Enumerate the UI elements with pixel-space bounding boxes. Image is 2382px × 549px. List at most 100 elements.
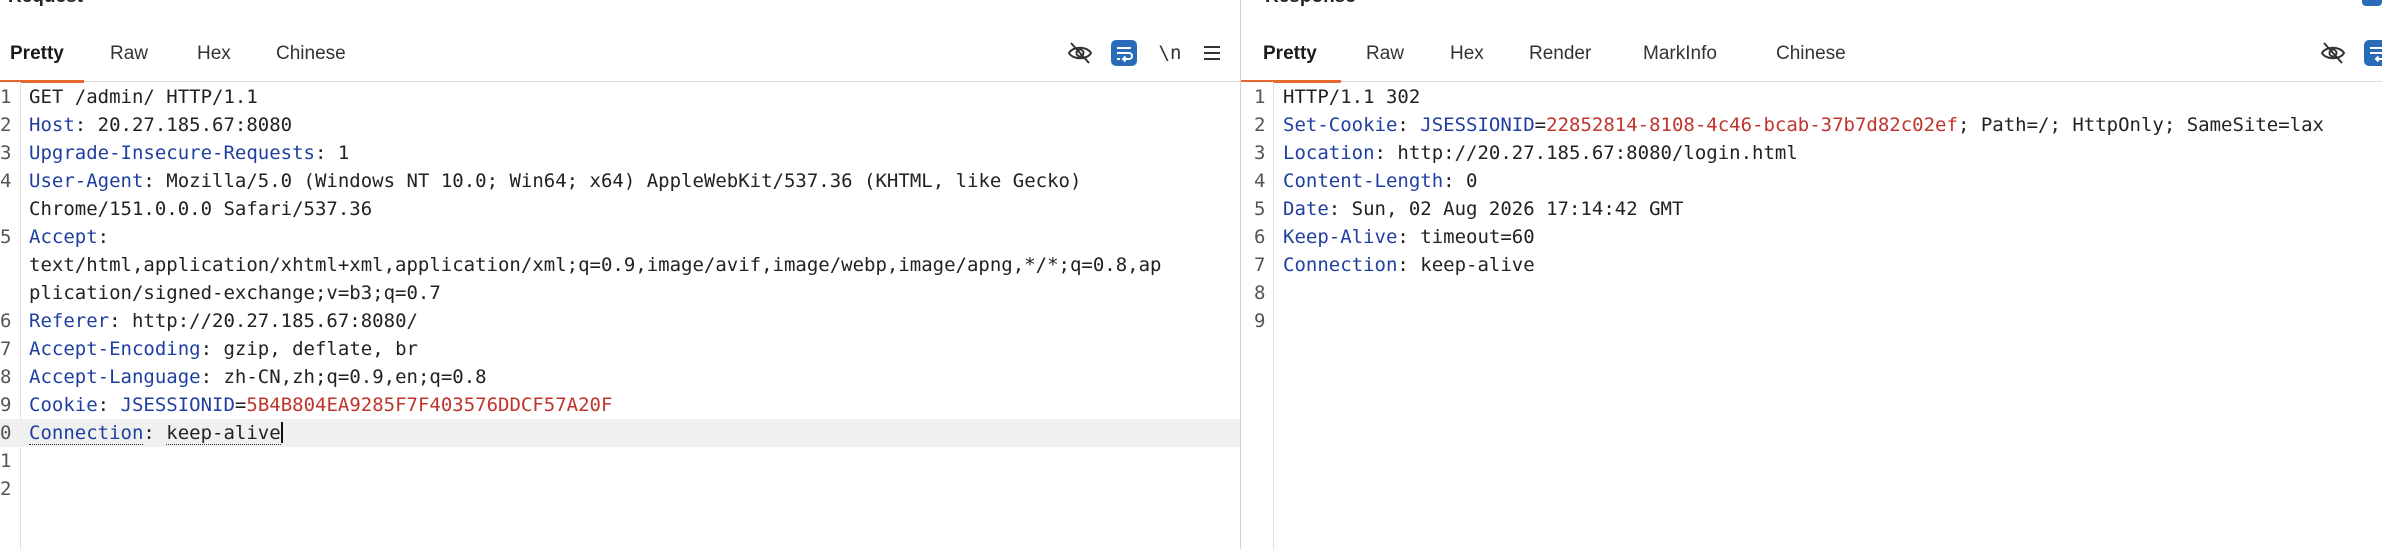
line-content: text/html,application/xhtml+xml,applicat… [29, 251, 1161, 279]
request-tab-pretty[interactable]: Pretty [10, 30, 64, 79]
cookie-value: 22852814-8108-4c46-bcab-37b7d82c02ef [1546, 114, 1958, 136]
editor-line[interactable]: 6 Referer: http://20.27.185.67:8080/ [0, 307, 1240, 335]
line-content: Content-Length: 0 [1283, 167, 1478, 195]
response-tab-pretty[interactable]: Pretty [1263, 30, 1317, 79]
editor-line[interactable]: 1 GET /admin/ HTTP/1.1 [0, 83, 1240, 111]
editor-line[interactable]: Chrome/151.0.0.0 Safari/537.36 [0, 195, 1240, 223]
editor-line[interactable]: 0 Connection: keep-alive [0, 419, 1240, 447]
header-name: User-Agent [29, 170, 144, 192]
editor-line[interactable]: 2 [0, 475, 1240, 503]
editor-line[interactable]: 6 Keep-Alive: timeout=60 [1241, 223, 2382, 251]
eye-slash-icon[interactable] [2319, 39, 2347, 67]
line-number: 7 [0, 338, 12, 360]
header-value: http://20.27.185.67:8080/login.html [1397, 142, 1798, 164]
header-name: Set-Cookie [1283, 114, 1398, 136]
text-cursor [280, 422, 283, 443]
wrap-lines-icon[interactable] [1110, 39, 1138, 67]
line-number: 2 [0, 478, 12, 500]
editor-line[interactable]: 1 HTTP/1.1 302 [1241, 83, 2382, 111]
header-separator: : [200, 338, 224, 360]
line-content: Date: Sun, 02 Aug 2026 17:14:42 GMT [1283, 195, 1683, 223]
line-number: 5 [0, 226, 12, 248]
cookie-value: 5B4B804EA9285F7F403576DDCF57A20F [246, 394, 613, 416]
editor-line[interactable]: 4 Content-Length: 0 [1241, 167, 2382, 195]
response-tab-chinese[interactable]: Chinese [1776, 30, 1846, 79]
line-content: Set-Cookie: JSESSIONID=22852814-8108-4c4… [1283, 111, 2324, 139]
header-value: 0 [1466, 170, 1478, 192]
line-content: Cookie: JSESSIONID=5B4B804EA9285F7F40357… [29, 391, 612, 419]
eye-slash-icon[interactable] [1066, 39, 1094, 67]
line-content: Host: 20.27.185.67:8080 [29, 111, 292, 139]
header-name: Accept-Language [29, 366, 201, 388]
editor-line[interactable]: 7 Accept-Encoding: gzip, deflate, br [0, 335, 1240, 363]
line-content: Accept-Encoding: gzip, deflate, br [29, 335, 418, 363]
line-content: Referer: http://20.27.185.67:8080/ [29, 307, 418, 335]
cookie-name: JSESSIONID [1420, 114, 1535, 136]
editor-line[interactable]: 1 [0, 447, 1240, 475]
line-content: Connection: keep-alive [1283, 251, 1535, 279]
header-separator: : [200, 366, 224, 388]
editor-line[interactable]: 9 [1241, 307, 2382, 335]
line-number: 3 [0, 142, 12, 164]
header-name: Connection [29, 422, 144, 445]
header-name: Referer [29, 310, 110, 332]
header-separator: : [74, 114, 98, 136]
newline-toggle-button[interactable]: \n [1156, 39, 1184, 67]
header-value: Sun, 02 Aug 2026 17:14:42 GMT [1351, 198, 1684, 220]
header-separator: : [314, 142, 338, 164]
line-content: Location: http://20.27.185.67:8080/login… [1283, 139, 1798, 167]
http-message-editor: Request Pretty Raw Hex Chinese \n [0, 0, 2382, 549]
editor-line[interactable]: 5 Accept: [0, 223, 1240, 251]
wrap-lines-icon[interactable] [2363, 39, 2382, 67]
line-content: Connection: keep-alive [29, 419, 283, 447]
line-number: 1 [0, 86, 12, 108]
header-value: 1 [337, 142, 350, 164]
header-name: Cookie [29, 394, 98, 416]
response-tab-raw[interactable]: Raw [1366, 30, 1404, 79]
request-tab-raw[interactable]: Raw [110, 30, 148, 79]
line-number: 2 [0, 114, 12, 136]
header-separator: : [143, 422, 167, 444]
cookie-name: JSESSIONID [120, 394, 235, 416]
editor-line[interactable]: 2 Host: 20.27.185.67:8080 [0, 111, 1240, 139]
line-number: 9 [1254, 310, 1266, 332]
header-separator: : [109, 310, 132, 332]
editor-line[interactable]: 8 [1241, 279, 2382, 307]
header-separator: : [1374, 142, 1398, 164]
editor-line[interactable]: 7 Connection: keep-alive [1241, 251, 2382, 279]
editor-line[interactable]: 8 Accept-Language: zh-CN,zh;q=0.9,en;q=0.… [0, 363, 1240, 391]
editor-line[interactable]: plication/signed-exchange;v=b3;q=0.7 [0, 279, 1240, 307]
response-editor[interactable]: 1 HTTP/1.1 302 2 Set-Cookie: JSESSIONID=228… [1241, 82, 2382, 549]
editor-line[interactable]: 2 Set-Cookie: JSESSIONID=22852814-8108-4c… [1241, 111, 2382, 139]
header-value: http://20.27.185.67:8080/ [131, 310, 418, 332]
line-number: 8 [0, 366, 12, 388]
editor-line[interactable]: 5 Date: Sun, 02 Aug 2026 17:14:42 GMT [1241, 195, 2382, 223]
line-number: 2 [1254, 114, 1266, 136]
header-separator: : [1397, 114, 1421, 136]
request-tab-chinese[interactable]: Chinese [276, 30, 346, 79]
response-corner-button[interactable] [2362, 0, 2382, 6]
request-tab-hex[interactable]: Hex [197, 30, 231, 79]
request-editor[interactable]: 1 GET /admin/ HTTP/1.1 2 Host: 20.27.185.67… [0, 82, 1240, 549]
editor-line[interactable]: 3 Location: http://20.27.185.67:8080/logi… [1241, 139, 2382, 167]
editor-line[interactable]: text/html,application/xhtml+xml,applicat… [0, 251, 1240, 279]
header-name: Location [1283, 142, 1375, 164]
line-text: text/html,application/xhtml+xml,applicat… [29, 254, 1162, 276]
header-name: Date [1283, 198, 1329, 220]
editor-line[interactable]: 3 Upgrade-Insecure-Requests: 1 [0, 139, 1240, 167]
hamburger-menu-icon[interactable] [1198, 39, 1226, 67]
response-tab-render[interactable]: Render [1529, 30, 1591, 79]
header-separator: : [1397, 254, 1421, 276]
header-name: Upgrade-Insecure-Requests [29, 142, 315, 164]
editor-line[interactable]: 9 Cookie: JSESSIONID=5B4B804EA9285F7F4035… [0, 391, 1240, 419]
header-value: 20.27.185.67:8080 [97, 114, 293, 136]
editor-line[interactable]: 4 User-Agent: Mozilla/5.0 (Windows NT 10.… [0, 167, 1240, 195]
line-number: 4 [0, 170, 12, 192]
line-number: 5 [1254, 198, 1266, 220]
header-value: timeout=60 [1420, 226, 1535, 248]
line-number: 0 [0, 422, 12, 444]
response-tab-hex[interactable]: Hex [1450, 30, 1484, 79]
line-content: User-Agent: Mozilla/5.0 (Windows NT 10.0… [29, 167, 1081, 195]
line-content: Chrome/151.0.0.0 Safari/537.36 [29, 195, 372, 223]
response-tab-markinfo[interactable]: MarkInfo [1643, 30, 1717, 79]
